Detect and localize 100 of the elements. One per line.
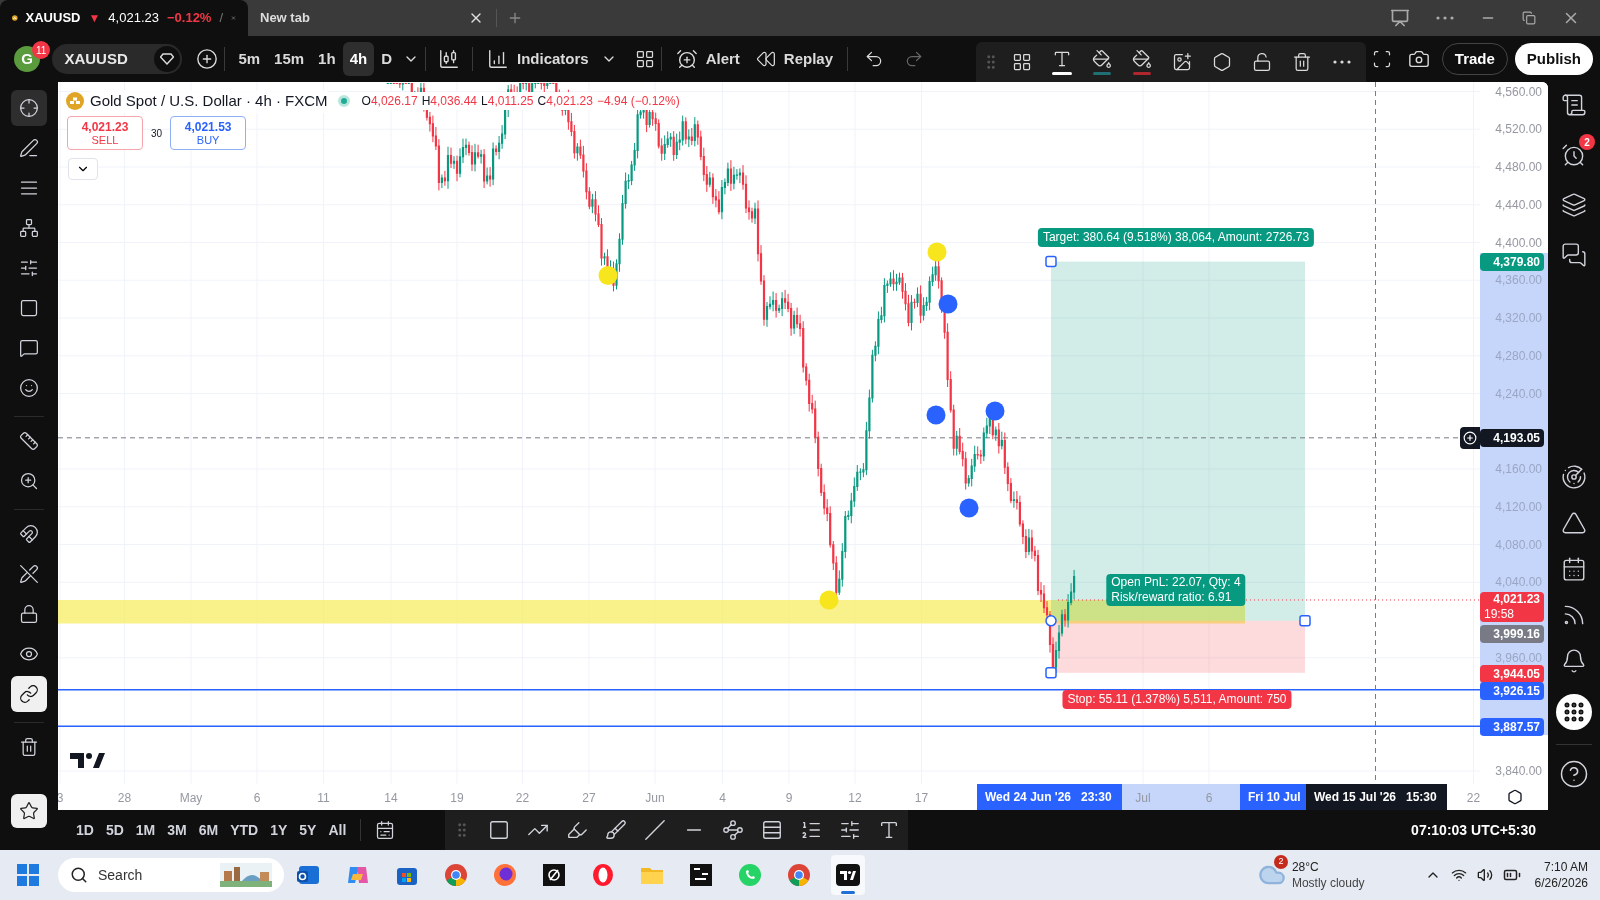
temperature-text: 28°C — [1291, 859, 1320, 875]
drawing-tool-button[interactable] — [11, 676, 47, 712]
brush-icon[interactable] — [605, 819, 628, 841]
sell-button[interactable]: 4,021.23 SELL — [67, 116, 143, 150]
drag-handle[interactable] — [1045, 667, 1057, 679]
highlighter-icon[interactable] — [566, 819, 589, 841]
add-symbol-icon[interactable] — [196, 48, 219, 70]
fullscreen-icon[interactable] — [1371, 49, 1392, 69]
price-value: 4,021.23 — [1492, 592, 1540, 607]
interval-button[interactable]: 5m — [231, 42, 268, 76]
trend-line-icon — [19, 138, 39, 158]
range-button[interactable]: YTD — [224, 819, 265, 841]
app-icon — [590, 862, 616, 888]
price-tick: 4,440.00 — [1495, 197, 1542, 212]
range-button[interactable]: 1M — [129, 819, 162, 841]
interval-button[interactable]: 15m — [267, 42, 312, 76]
time-tick: 9 — [785, 790, 793, 807]
collapse-button[interactable] — [68, 158, 98, 180]
replay-button[interactable]: Replay — [747, 47, 842, 71]
drag-handle[interactable] — [1045, 255, 1057, 268]
marker-dot[interactable] — [926, 405, 946, 425]
range-button[interactable]: 1Y — [264, 819, 294, 841]
parallel-lines-icon[interactable] — [761, 819, 784, 841]
square-icon — [19, 298, 39, 318]
ohlc-value: L4,011.25 — [481, 93, 534, 111]
layout-icon[interactable] — [634, 49, 655, 69]
chart-title[interactable]: Gold Spot / U.S. Dollar · 4h · FXCM — [90, 90, 328, 113]
watchlist-icon[interactable] — [1561, 92, 1587, 118]
range-button[interactable]: All — [322, 819, 353, 841]
marker-dot[interactable] — [819, 590, 839, 610]
buy-button[interactable]: 4,021.53 BUY — [170, 116, 247, 150]
marker-dot[interactable] — [985, 401, 1005, 421]
favorites-button[interactable] — [11, 794, 47, 828]
new-tab-icon[interactable] — [507, 10, 523, 26]
add-alert-button[interactable] — [1460, 426, 1480, 449]
go-to-date-icon[interactable] — [375, 820, 396, 840]
weather-badge: 2 — [1273, 855, 1288, 869]
tab-price: 4,021.23 — [108, 9, 159, 28]
settings-icon[interactable] — [1507, 789, 1523, 805]
price-tick: 4,480.00 — [1495, 160, 1542, 174]
candlestick-icon[interactable] — [438, 48, 460, 70]
taskbar-app-button[interactable] — [831, 855, 865, 895]
time-tick: Jul — [1135, 790, 1151, 807]
publish-button[interactable]: Publish — [1514, 43, 1593, 75]
bell-icon[interactable] — [1561, 648, 1587, 674]
drag-handle[interactable] — [1045, 615, 1057, 627]
target-zone[interactable] — [1051, 261, 1305, 621]
radar-icon[interactable] — [1561, 464, 1587, 490]
calendar-icon[interactable] — [1561, 556, 1587, 582]
drawing-tool-button[interactable] — [11, 90, 47, 126]
camera-icon[interactable] — [1407, 48, 1430, 70]
help-icon[interactable] — [1559, 759, 1589, 789]
bar-countdown: 19:58 — [1484, 607, 1516, 622]
price-lines-icon[interactable] — [839, 819, 862, 841]
drag-handle[interactable] — [1299, 615, 1311, 627]
marker-dot[interactable] — [959, 498, 979, 518]
pin-icon[interactable] — [1390, 8, 1410, 28]
trash-icon — [19, 737, 39, 757]
search-icon — [70, 866, 88, 884]
symbol-search-field[interactable]: XAUUSD — [52, 44, 183, 74]
ruler-icon — [19, 431, 39, 451]
app-icon — [688, 862, 714, 888]
range-button[interactable]: 5D — [99, 819, 130, 841]
marker-dot[interactable] — [938, 294, 958, 314]
rectangle-icon[interactable] — [488, 819, 511, 841]
range-button[interactable]: 3M — [161, 819, 193, 841]
time-label: Wed 15 Jul '26 15:30 — [1306, 784, 1447, 810]
price-value: 3,887.57 — [1492, 719, 1540, 736]
marker-dot[interactable] — [927, 242, 947, 262]
speaker-icon[interactable] — [1476, 867, 1493, 883]
more-icon[interactable] — [1436, 16, 1454, 20]
fib-lines-icon[interactable] — [800, 819, 823, 841]
restore-icon[interactable] — [1522, 11, 1536, 25]
time-tick: 3 — [58, 790, 64, 807]
marker-dot[interactable] — [598, 266, 618, 285]
chat-icon[interactable] — [1561, 242, 1587, 268]
coin-icon — [66, 92, 84, 111]
alert-button[interactable]: Alert — [667, 47, 748, 71]
more-icon[interactable] — [1332, 60, 1351, 64]
line-icon[interactable] — [644, 819, 667, 841]
ideas-icon[interactable] — [1561, 510, 1587, 536]
target-label: Target: 380.64 (9.518%) 38,064, Amount: 2726.73 — [1037, 228, 1315, 247]
spread-value: 30 — [151, 126, 163, 141]
interval-button[interactable]: 1h — [311, 42, 343, 76]
notification-badge: 11 — [32, 41, 51, 59]
interval-button[interactable]: 4h — [342, 42, 375, 76]
indicators-button[interactable]: Indicators — [479, 47, 597, 71]
apps-button[interactable] — [1556, 694, 1592, 730]
range-button[interactable]: 5Y — [293, 819, 323, 841]
browser-tab[interactable]: XAUUSD ▼ 4,021.23 −0.12% / — [0, 0, 248, 36]
tab-direction: ▼ — [88, 10, 101, 27]
interval-button[interactable]: D — [374, 42, 399, 76]
layers-icon[interactable] — [1561, 192, 1587, 218]
support-zone[interactable] — [58, 600, 1245, 624]
range-button[interactable]: 6M — [192, 819, 225, 841]
range-button[interactable]: 1D — [70, 819, 100, 841]
path-icon[interactable] — [722, 819, 745, 841]
browser-tab[interactable]: New tab — [248, 0, 496, 36]
wifi-icon[interactable] — [1450, 867, 1467, 883]
diamond-icon[interactable] — [160, 53, 175, 65]
